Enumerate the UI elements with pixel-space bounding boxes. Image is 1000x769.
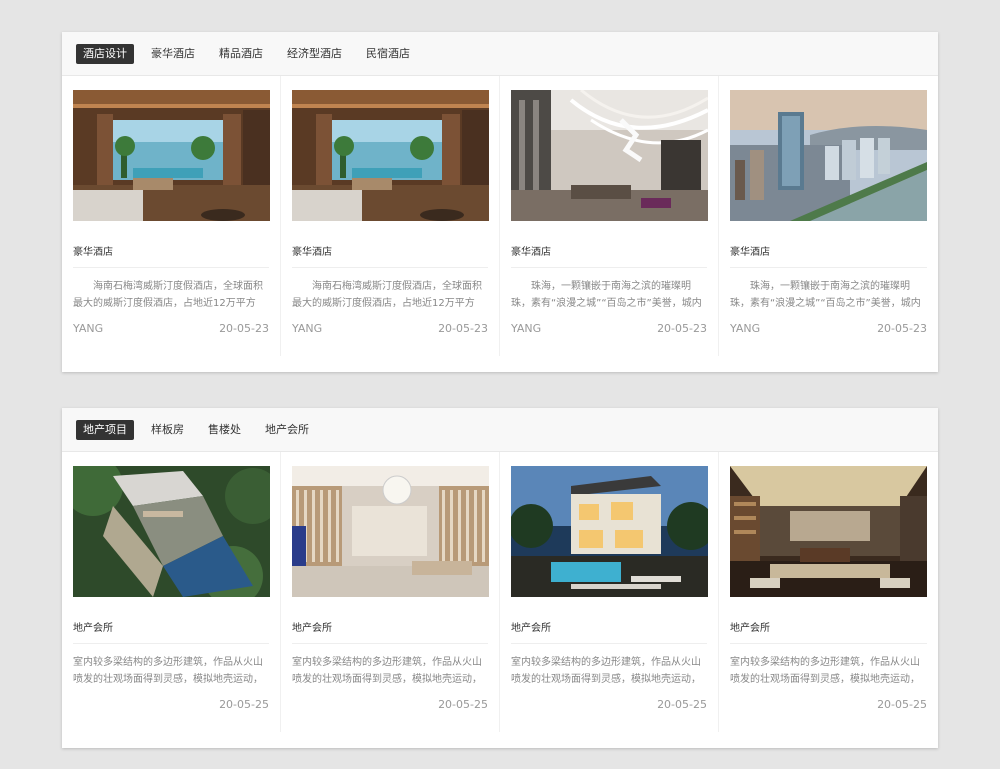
card-image-city-skyline[interactable] [730,90,927,221]
realestate-card[interactable]: 地产会所 室内较多梁结构的多边形建筑，作品从火山喷发的壮观场面得到灵感，模拟地壳… [500,452,719,732]
card-title[interactable]: 地产会所 [292,623,488,644]
card-title[interactable]: 豪华酒店 [292,247,488,268]
card-image-clubhouse-aerial[interactable] [73,466,270,597]
tab-realestate-project[interactable]: 地产项目 [76,419,134,440]
card-title[interactable]: 地产会所 [73,623,269,644]
tab-budget-hotel[interactable]: 经济型酒店 [280,44,349,64]
hotel-card-list: 豪华酒店 海南石梅湾威斯汀度假酒店，全球面积最大的威斯汀度假酒店，占地近12万平… [62,76,938,356]
card-footer: YANG 20-05-23 [511,322,707,335]
card-footer: 20-05-25 [73,698,269,711]
card-description: 海南石梅湾威斯汀度假酒店，全球面积最大的威斯汀度假酒店，占地近12万平方米， [73,281,263,309]
card-footer: YANG 20-05-23 [292,322,488,335]
card-author: YANG [730,322,761,335]
realestate-card[interactable]: 地产会所 室内较多梁结构的多边形建筑，作品从火山喷发的壮观场面得到灵感，模拟地壳… [719,452,938,732]
card-title[interactable]: 豪华酒店 [730,247,927,268]
realestate-panel: 地产项目 样板房 售楼处 地产会所 地产会所 室内较多梁结构的多边形建筑，作品从… [62,408,938,748]
tab-clubhouse[interactable]: 地产会所 [258,420,316,440]
realestate-card[interactable]: 地产会所 室内较多梁结构的多边形建筑，作品从火山喷发的壮观场面得到灵感，模拟地壳… [281,452,500,732]
card-author: YANG [511,322,542,335]
card-image-luxury-villa-room[interactable] [73,90,270,221]
card-description: 海南石梅湾威斯汀度假酒店，全球面积最大的威斯汀度假酒店，占地近12万平方米， [292,281,482,309]
tab-show-flat[interactable]: 样板房 [144,420,191,440]
card-title[interactable]: 豪华酒店 [511,247,707,268]
realestate-card[interactable]: 地产会所 室内较多梁结构的多边形建筑，作品从火山喷发的壮观场面得到灵感，模拟地壳… [62,452,281,732]
card-date: 20-05-25 [219,698,269,711]
card-title[interactable]: 地产会所 [511,623,707,644]
realestate-card-list: 地产会所 室内较多梁结构的多边形建筑，作品从火山喷发的壮观场面得到灵感，模拟地壳… [62,452,938,732]
card-image-villa-pool-night[interactable] [511,466,708,597]
card-footer: 20-05-25 [292,698,488,711]
card-date: 20-05-25 [657,698,707,711]
card-date: 20-05-23 [657,322,707,335]
hotel-card[interactable]: 豪华酒店 海南石梅湾威斯汀度假酒店，全球面积最大的威斯汀度假酒店，占地近12万平… [281,76,500,356]
tab-luxury-hotel[interactable]: 豪华酒店 [144,44,202,64]
card-date: 20-05-25 [877,698,927,711]
card-description: 室内较多梁结构的多边形建筑，作品从火山喷发的壮观场面得到灵感，模拟地壳运动，创造 [73,657,263,685]
card-author: YANG [73,322,104,335]
card-author: YANG [292,322,323,335]
card-description: 珠海，一颗镶嵌于南海之滨的璀璨明珠，素有“浪漫之城”“百岛之市”美誉，城内绿 [511,281,702,309]
card-footer: YANG 20-05-23 [730,322,927,335]
card-image-luxury-villa-room[interactable] [292,90,489,221]
card-footer: YANG 20-05-23 [73,322,269,335]
tab-sales-office[interactable]: 售楼处 [201,420,248,440]
card-date: 20-05-23 [438,322,488,335]
hotel-card[interactable]: 豪华酒店 珠海，一颗镶嵌于南海之滨的璀璨明珠，素有“浪漫之城”“百岛之市”美誉，… [500,76,719,356]
card-image-hotel-lobby[interactable] [511,90,708,221]
card-footer: 20-05-25 [730,698,927,711]
card-date: 20-05-25 [438,698,488,711]
card-date: 20-05-23 [219,322,269,335]
tab-boutique-hotel[interactable]: 精品酒店 [212,44,270,64]
card-title[interactable]: 豪华酒店 [73,247,269,268]
hotel-tabbar: 酒店设计 豪华酒店 精品酒店 经济型酒店 民宿酒店 [62,32,938,76]
hotel-card[interactable]: 豪华酒店 珠海，一颗镶嵌于南海之滨的璀璨明珠，素有“浪漫之城”“百岛之市”美誉，… [719,76,938,356]
card-description: 室内较多梁结构的多边形建筑，作品从火山喷发的壮观场面得到灵感，模拟地壳运动，创造 [292,657,482,685]
card-date: 20-05-23 [877,322,927,335]
card-description: 室内较多梁结构的多边形建筑，作品从火山喷发的壮观场面得到灵感，模拟地壳运动，创造 [730,657,920,685]
hotel-panel: 酒店设计 豪华酒店 精品酒店 经济型酒店 民宿酒店 豪华酒店 海南石梅湾威斯汀度… [62,32,938,372]
card-description: 珠海，一颗镶嵌于南海之滨的璀璨明珠，素有“浪漫之城”“百岛之市”美誉，城内绿 [730,281,921,309]
card-title[interactable]: 地产会所 [730,623,927,644]
tab-hotel-design[interactable]: 酒店设计 [76,43,134,64]
hotel-card[interactable]: 豪华酒店 海南石梅湾威斯汀度假酒店，全球面积最大的威斯汀度假酒店，占地近12万平… [62,76,281,356]
tab-homestay-hotel[interactable]: 民宿酒店 [359,44,417,64]
card-footer: 20-05-25 [511,698,707,711]
card-image-club-lounge[interactable] [730,466,927,597]
realestate-tabbar: 地产项目 样板房 售楼处 地产会所 [62,408,938,452]
card-description: 室内较多梁结构的多边形建筑，作品从火山喷发的壮观场面得到灵感，模拟地壳运动，创造 [511,657,701,685]
card-image-sales-hall[interactable] [292,466,489,597]
